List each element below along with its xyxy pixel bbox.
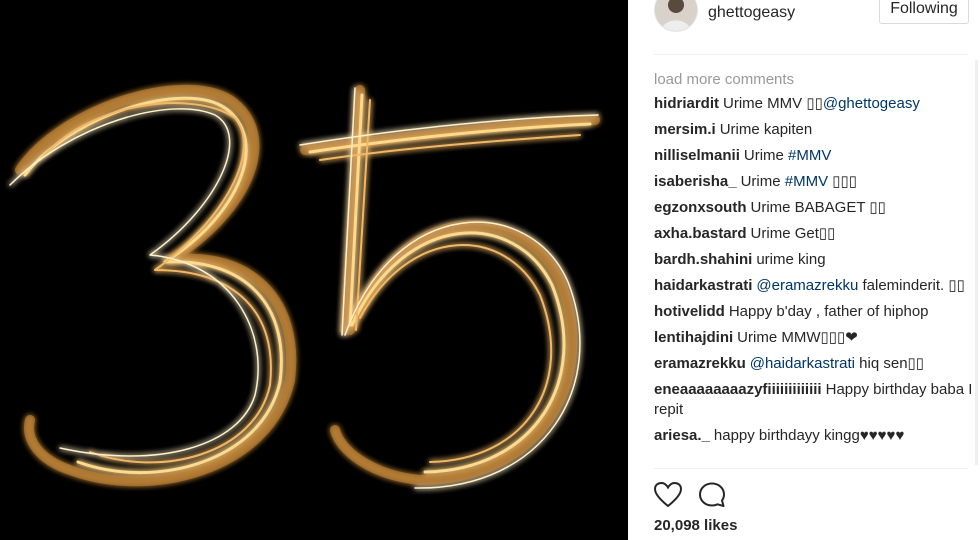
comment-text: hiq sen▯▯ bbox=[855, 355, 925, 372]
comment-item: mersim.i Urime kapiten bbox=[654, 120, 974, 140]
comment-item: haidarkastrati @eramazrekku faleminderit.… bbox=[654, 276, 974, 296]
hashtag-link[interactable]: #MMV bbox=[788, 147, 831, 164]
mention-link[interactable]: @eramazrekku bbox=[756, 277, 858, 294]
comment-text: Happy b'day , father of hiphop bbox=[728, 303, 929, 320]
light-painting-35 bbox=[0, 0, 628, 540]
comment-author[interactable]: lentihajdini bbox=[654, 329, 733, 346]
comment-text: happy birthdayy kingg♥♥♥♥♥ bbox=[713, 427, 905, 444]
comment-item: hotivelidd Happy b'day , father of hiphop bbox=[654, 302, 974, 322]
comments-divider bbox=[654, 468, 968, 469]
comments-list: load more comments hidriardit Urime MMV ▯… bbox=[654, 70, 974, 466]
load-more-comments-link[interactable]: load more comments bbox=[654, 70, 974, 92]
comment-author[interactable]: nilliselmanii bbox=[654, 147, 740, 164]
avatar[interactable] bbox=[654, 0, 698, 32]
comment-item: egzonxsouth Urime BABAGET ▯▯ bbox=[654, 198, 974, 218]
comment-text: Urime bbox=[743, 147, 789, 164]
header-divider bbox=[654, 54, 968, 55]
comment-text: Urime kapiten bbox=[719, 121, 813, 138]
comment-author[interactable]: axha.bastard bbox=[654, 225, 747, 242]
comment-author[interactable]: ariesa._ bbox=[654, 427, 710, 444]
comment-item: ariesa._ happy birthdayy kingg♥♥♥♥♥ bbox=[654, 426, 974, 446]
comment-text: Urime Get▯▯ bbox=[750, 225, 836, 242]
comment-author[interactable]: haidarkastrati bbox=[654, 277, 752, 294]
comment-item: eramazrekku @haidarkastrati hiq sen▯▯ bbox=[654, 354, 974, 374]
comment-item: lentihajdini Urime MMW▯▯▯❤ bbox=[654, 328, 974, 348]
comment-author[interactable]: eramazrekku bbox=[654, 355, 746, 372]
heart-outline-icon[interactable] bbox=[654, 482, 682, 508]
comment-item: isaberisha_ Urime #MMV ▯▯▯ bbox=[654, 172, 974, 192]
post-image[interactable] bbox=[0, 0, 628, 540]
comment-item: eneaaaaaaaazyfiiiiiiiiiiiii Happy birthda… bbox=[654, 380, 974, 420]
comment-author[interactable]: eneaaaaaaaazyfiiiiiiiiiiiii bbox=[654, 381, 822, 398]
comment-author[interactable]: bardh.shahini bbox=[654, 251, 752, 268]
comments-scrollbar[interactable] bbox=[975, 60, 978, 465]
mention-link[interactable]: @ghettogeasy bbox=[823, 95, 920, 112]
comment-text: Urime BABAGET ▯▯ bbox=[750, 199, 886, 216]
comment-author[interactable]: isaberisha_ bbox=[654, 173, 737, 190]
comment-text: ▯▯▯ bbox=[828, 173, 858, 190]
post-header: ghettogeasy Following bbox=[628, 0, 980, 40]
comment-text: faleminderit. ▯▯ bbox=[858, 277, 965, 294]
likes-count[interactable]: 20,098 likes bbox=[654, 517, 737, 534]
comment-author[interactable]: egzonxsouth bbox=[654, 199, 747, 216]
following-button[interactable]: Following bbox=[879, 0, 969, 24]
comment-text: Urime bbox=[740, 173, 785, 190]
comment-author[interactable]: mersim.i bbox=[654, 121, 716, 138]
mention-link[interactable]: @haidarkastrati bbox=[750, 355, 855, 372]
post-side-panel: ghettogeasy Following load more comments… bbox=[628, 0, 980, 540]
post-author-username[interactable]: ghettogeasy bbox=[708, 4, 795, 22]
hashtag-link[interactable]: #MMV bbox=[785, 173, 828, 190]
comment-author[interactable]: hidriardit bbox=[654, 95, 719, 112]
comment-item: axha.bastard Urime Get▯▯ bbox=[654, 224, 974, 244]
speech-bubble-icon[interactable] bbox=[698, 482, 726, 508]
avatar-person-icon bbox=[655, 0, 697, 31]
comment-item: bardh.shahini urime king bbox=[654, 250, 974, 270]
comment-item: nilliselmanii Urime #MMV bbox=[654, 146, 974, 166]
comment-text: Urime MMV ▯▯ bbox=[723, 95, 823, 112]
comment-text: Urime MMW▯▯▯❤ bbox=[737, 329, 858, 346]
comment-text: urime king bbox=[756, 251, 826, 268]
comment-author[interactable]: hotivelidd bbox=[654, 303, 725, 320]
comment-item: hidriardit Urime MMV ▯▯@ghettogeasy bbox=[654, 94, 974, 114]
